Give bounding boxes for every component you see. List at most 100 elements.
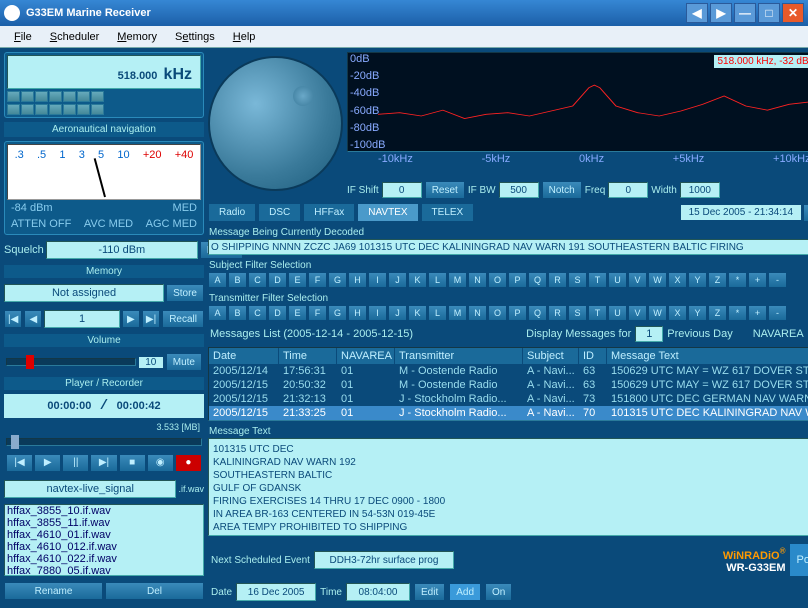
mem-last[interactable]: ▶| (142, 310, 160, 328)
filter-J[interactable]: J (388, 272, 407, 288)
utc-button[interactable]: UTC (803, 204, 808, 222)
notch-button[interactable]: Notch (542, 181, 582, 199)
ffwd-button[interactable]: ▶| (90, 454, 117, 472)
filter-Y[interactable]: Y (688, 272, 707, 288)
filter-Y[interactable]: Y (688, 305, 707, 321)
sched-add[interactable]: Add (449, 583, 481, 601)
filter-L[interactable]: L (428, 272, 447, 288)
col-header[interactable]: ID (579, 348, 607, 364)
stop-button[interactable]: ■ (119, 454, 146, 472)
spectrum-display[interactable]: 0dB-20dB-40dB-60dB-80dB-100dB 518.000 kH… (347, 52, 808, 152)
filter-G[interactable]: G (328, 272, 347, 288)
menu-file[interactable]: File (6, 29, 40, 45)
col-header[interactable]: Subject (523, 348, 579, 364)
file-item[interactable]: hffax_4610_022.if.wav (5, 553, 203, 565)
filter-S[interactable]: S (568, 305, 587, 321)
filter-N[interactable]: N (468, 305, 487, 321)
menu-memory[interactable]: Memory (109, 29, 165, 45)
filter-H[interactable]: H (348, 305, 367, 321)
filter-F[interactable]: F (308, 272, 327, 288)
minimize-button[interactable]: — (734, 3, 756, 23)
tab-hffax[interactable]: HFFax (303, 203, 355, 222)
filter-A[interactable]: A (208, 272, 227, 288)
col-header[interactable]: Transmitter (395, 348, 523, 364)
filter-+[interactable]: + (748, 305, 767, 321)
col-header[interactable]: Time (279, 348, 337, 364)
col-header[interactable]: NAVAREA (337, 348, 395, 364)
tab-navtex[interactable]: NAVTEX (357, 203, 418, 222)
filter-A[interactable]: A (208, 305, 227, 321)
tuning-dial[interactable] (208, 56, 343, 191)
filter-L[interactable]: L (428, 305, 447, 321)
filter-U[interactable]: U (608, 272, 627, 288)
filter-X[interactable]: X (668, 272, 687, 288)
atten-status[interactable]: ATTEN OFF (11, 218, 71, 230)
squelch-value[interactable] (46, 241, 198, 259)
filter-Q[interactable]: Q (528, 272, 547, 288)
filter--[interactable]: - (768, 305, 787, 321)
filter--[interactable]: - (768, 272, 787, 288)
delete-button[interactable]: Del (105, 582, 204, 600)
record-button[interactable]: ● (175, 454, 202, 472)
filter-X[interactable]: X (668, 305, 687, 321)
filter-R[interactable]: R (548, 272, 567, 288)
tab-telex[interactable]: TELEX (421, 203, 475, 222)
current-file[interactable] (4, 480, 176, 498)
sched-time[interactable] (346, 583, 410, 601)
filter-O[interactable]: O (488, 272, 507, 288)
filter-D[interactable]: D (268, 305, 287, 321)
filter-K[interactable]: K (408, 305, 427, 321)
filter-P[interactable]: P (508, 272, 527, 288)
rewind-button[interactable]: |◀ (6, 454, 33, 472)
sys-btn-1[interactable]: ◀ (686, 3, 708, 23)
filter-N[interactable]: N (468, 272, 487, 288)
col-header[interactable]: Message Text (607, 348, 808, 364)
file-item[interactable]: hffax_3855_11.if.wav (5, 517, 203, 529)
filter-R[interactable]: R (548, 305, 567, 321)
message-row[interactable]: 2005/12/1521:32:1301J - Stockholm Radio.… (209, 392, 808, 406)
rename-button[interactable]: Rename (4, 582, 103, 600)
message-text[interactable]: 101315 UTC DEC KALININGRAD NAV WARN 192 … (208, 438, 808, 536)
if-reset[interactable]: Reset (425, 181, 465, 199)
prev-day[interactable]: Previous Day (667, 328, 732, 340)
filter-T[interactable]: T (588, 272, 607, 288)
filter-Z[interactable]: Z (708, 305, 727, 321)
pause-button[interactable]: || (62, 454, 89, 472)
message-row[interactable]: 2005/12/1520:50:3201M - Oostende RadioA … (209, 378, 808, 392)
file-item[interactable]: hffax_4610_012.if.wav (5, 541, 203, 553)
filter-O[interactable]: O (488, 305, 507, 321)
filter-Z[interactable]: Z (708, 272, 727, 288)
recall-button[interactable]: Recall (162, 310, 204, 328)
filter-G[interactable]: G (328, 305, 347, 321)
filter-*[interactable]: * (728, 272, 747, 288)
avc-status[interactable]: AVC MED (84, 218, 133, 230)
filter-C[interactable]: C (248, 272, 267, 288)
volume-slider[interactable] (6, 358, 136, 366)
agc-status[interactable]: AGC MED (146, 218, 197, 230)
mute-button[interactable]: Mute (166, 353, 202, 371)
message-row[interactable]: 2005/12/1417:56:3101M - Oostende RadioA … (209, 364, 808, 378)
filter-J[interactable]: J (388, 305, 407, 321)
filter-E[interactable]: E (288, 305, 307, 321)
sched-date[interactable] (236, 583, 316, 601)
play-button[interactable]: ▶ (34, 454, 61, 472)
filter-K[interactable]: K (408, 272, 427, 288)
tab-radio[interactable]: Radio (208, 203, 256, 222)
filter-*[interactable]: * (728, 305, 747, 321)
filter-V[interactable]: V (628, 305, 647, 321)
menu-scheduler[interactable]: Scheduler (42, 29, 108, 45)
display-for-value[interactable] (635, 326, 663, 342)
if-bw-value[interactable] (499, 182, 539, 198)
mem-prev[interactable]: ◀ (24, 310, 42, 328)
maximize-button[interactable]: □ (758, 3, 780, 23)
filter-B[interactable]: B (228, 272, 247, 288)
notch-freq[interactable] (608, 182, 648, 198)
power-button[interactable]: Power (789, 543, 808, 577)
player-position[interactable] (6, 438, 202, 446)
message-row[interactable]: 2005/12/1521:33:2501J - Stockholm Radio.… (209, 406, 808, 420)
freq-dn-btn[interactable] (7, 104, 20, 115)
filter-D[interactable]: D (268, 272, 287, 288)
col-header[interactable]: Date (209, 348, 279, 364)
menu-help[interactable]: Help (225, 29, 264, 45)
filter-U[interactable]: U (608, 305, 627, 321)
